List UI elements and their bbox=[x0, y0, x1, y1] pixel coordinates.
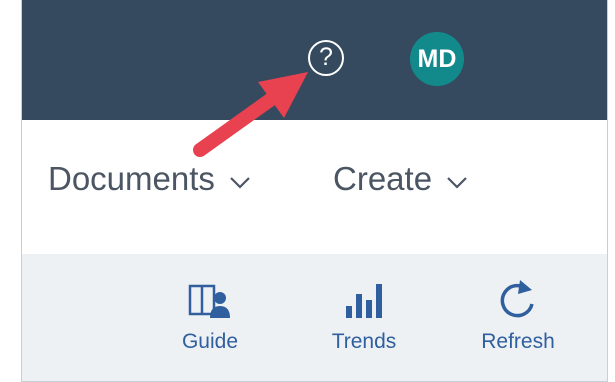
chevron-down-icon bbox=[229, 160, 251, 198]
refresh-label: Refresh bbox=[481, 330, 555, 353]
bar-chart-icon bbox=[314, 276, 414, 324]
avatar-initials: MD bbox=[417, 45, 457, 73]
app-frame: ? MD Documents Create Guide Trends Refre… bbox=[21, 0, 608, 382]
refresh-icon bbox=[468, 276, 568, 324]
guide-button[interactable]: Guide bbox=[160, 276, 260, 354]
menu-bar: Documents Create bbox=[22, 120, 607, 254]
chevron-down-icon bbox=[446, 160, 468, 198]
menu-documents[interactable]: Documents bbox=[48, 160, 251, 198]
menu-create-label: Create bbox=[333, 160, 433, 197]
user-avatar[interactable]: MD bbox=[410, 32, 464, 86]
menu-create[interactable]: Create bbox=[333, 160, 468, 198]
shell-header: ? MD bbox=[22, 0, 607, 120]
trends-label: Trends bbox=[331, 330, 397, 353]
question-circle-icon: ? bbox=[319, 43, 333, 71]
action-toolbar: Guide Trends Refresh bbox=[22, 254, 607, 381]
help-button[interactable]: ? bbox=[308, 40, 344, 76]
trends-button[interactable]: Trends bbox=[314, 276, 414, 354]
refresh-button[interactable]: Refresh bbox=[468, 276, 568, 354]
guide-icon bbox=[160, 276, 260, 324]
menu-documents-label: Documents bbox=[48, 160, 215, 197]
guide-label: Guide bbox=[181, 330, 239, 353]
